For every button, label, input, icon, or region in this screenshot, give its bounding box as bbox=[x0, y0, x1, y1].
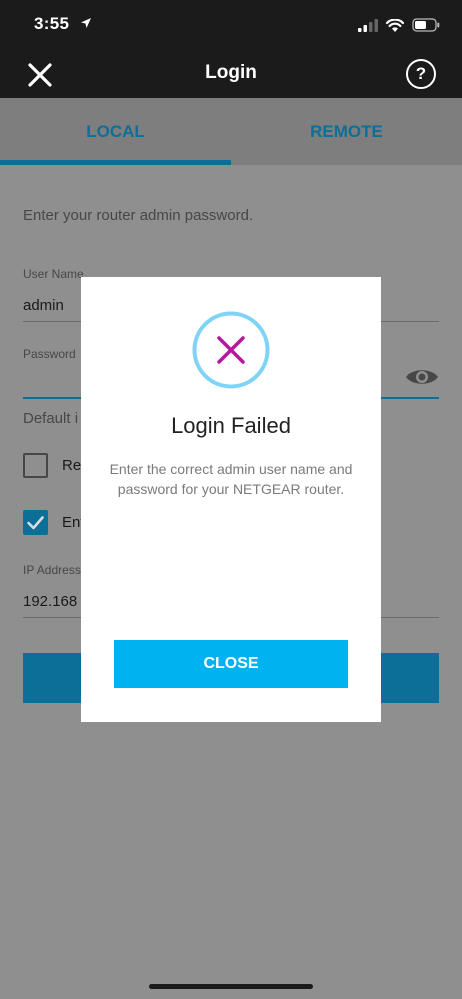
enter-ip-checkbox[interactable] bbox=[23, 510, 48, 535]
error-x-icon bbox=[192, 311, 270, 389]
show-password-icon[interactable] bbox=[404, 365, 440, 389]
location-arrow-icon bbox=[81, 18, 91, 28]
cellular-signal-icon bbox=[358, 18, 378, 32]
nav-title: Login bbox=[205, 62, 257, 83]
ip-address-field[interactable]: 192.168 bbox=[23, 593, 77, 610]
checkmark-icon bbox=[27, 516, 44, 530]
status-time: 3:55 bbox=[34, 14, 70, 33]
login-failed-dialog: Login Failed Enter the correct admin use… bbox=[81, 277, 381, 722]
username-field[interactable]: admin bbox=[23, 297, 64, 314]
tab-local[interactable]: LOCAL bbox=[0, 98, 231, 165]
ip-address-label: IP Address bbox=[23, 563, 81, 577]
dialog-title: Login Failed bbox=[171, 413, 291, 438]
close-button[interactable]: CLOSE bbox=[114, 640, 348, 688]
help-icon[interactable]: ? bbox=[406, 59, 436, 89]
dialog-message: Enter the correct admin user name and pa… bbox=[109, 461, 353, 497]
default-info-text: Default i bbox=[23, 410, 79, 427]
wifi-icon bbox=[386, 18, 404, 32]
tab-bar: LOCAL REMOTE bbox=[0, 98, 462, 165]
username-label: User Name bbox=[23, 267, 84, 281]
nav-bar: Login ? bbox=[0, 50, 462, 98]
password-label: Password bbox=[23, 347, 76, 361]
remember-checkbox-label: Re bbox=[62, 457, 82, 474]
intro-text: Enter your router admin password. bbox=[23, 207, 254, 224]
home-indicator bbox=[149, 984, 313, 989]
battery-icon bbox=[412, 18, 440, 32]
remember-checkbox[interactable] bbox=[23, 453, 48, 478]
tab-remote[interactable]: REMOTE bbox=[231, 98, 462, 165]
status-icons bbox=[358, 16, 440, 34]
status-bar: 3:55 bbox=[0, 0, 462, 50]
